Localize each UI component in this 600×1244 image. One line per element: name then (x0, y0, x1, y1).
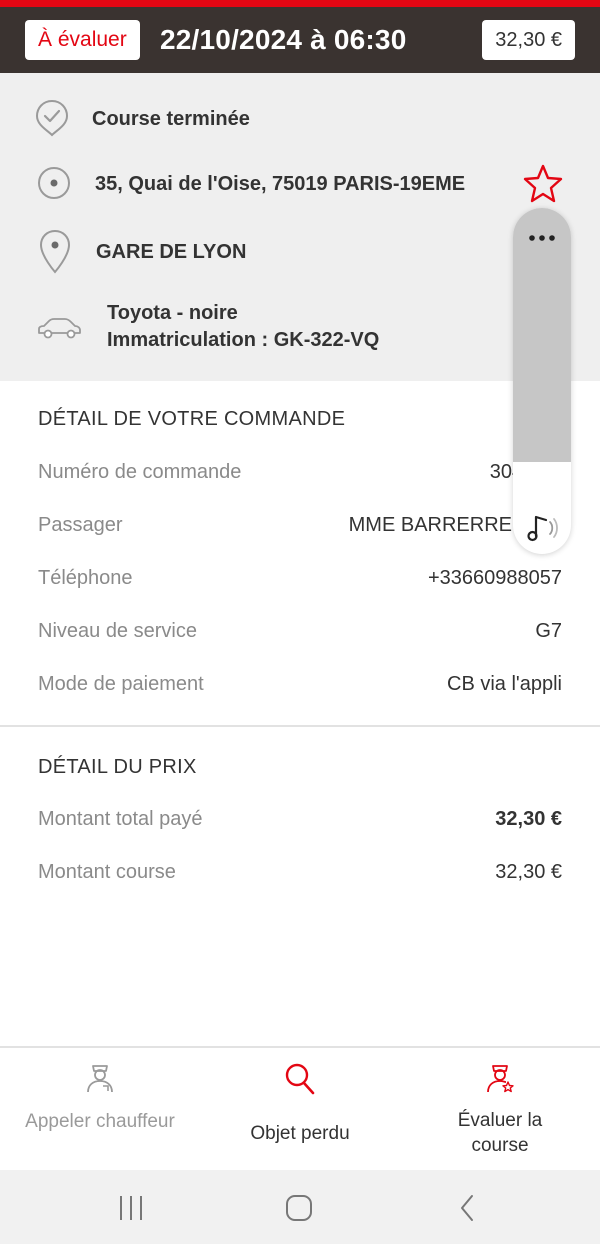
music-note-icon[interactable] (525, 512, 561, 549)
vehicle-model: Toyota - noire (107, 302, 238, 324)
vehicle-plate: Immatriculation : GK-322-VQ (107, 329, 380, 351)
ride-amount-value: 32,30 € (495, 861, 562, 883)
total-paid-value: 32,30 € (495, 808, 562, 830)
check-circle-icon (35, 99, 69, 142)
header-bar: À évaluer 22/10/2024 à 06:30 32,30 € (0, 7, 600, 73)
rate-ride-label: Évaluer la course (457, 1110, 543, 1156)
passenger-label: Passager (38, 514, 123, 536)
home-icon[interactable] (285, 1194, 313, 1227)
back-icon[interactable] (457, 1193, 477, 1228)
star-icon[interactable] (522, 163, 564, 208)
price-badge: 32,30 € (482, 20, 575, 60)
destination-address: GARE DE LYON (96, 241, 247, 263)
pickup-address: 35, Quai de l'Oise, 75019 PARIS-19EME (95, 173, 466, 195)
top-accent-bar (0, 0, 600, 7)
pickup-dot-icon (37, 166, 71, 205)
price-section-title: DÉTAIL DU PRIX (38, 756, 197, 778)
order-section-title: DÉTAIL DE VOTRE COMMANDE (38, 408, 346, 430)
payment-mode-label: Mode de paiement (38, 673, 204, 695)
total-paid-label: Montant total payé (38, 808, 203, 830)
lost-item-label: Objet perdu (250, 1123, 350, 1144)
ride-datetime: 22/10/2024 à 06:30 (160, 24, 407, 55)
service-level-label: Niveau de service (38, 620, 197, 642)
payment-mode-value: CB via l'appli (447, 673, 562, 695)
section-divider (0, 725, 600, 727)
lost-item-button[interactable]: Objet perdu (200, 1048, 400, 1172)
search-icon (284, 1062, 316, 1101)
call-driver-button[interactable]: Appeler chauffeur (0, 1048, 200, 1172)
location-pin-icon (38, 229, 72, 280)
call-driver-label: Appeler chauffeur (25, 1111, 175, 1132)
system-navigation-bar (0, 1170, 600, 1244)
phone-value[interactable]: +33660988057 (428, 567, 562, 590)
driver-icon (84, 1060, 116, 1099)
rate-ride-button[interactable]: Évaluer la course (400, 1048, 600, 1172)
ride-status-text: Course terminée (92, 108, 250, 130)
ride-info-panel: Course terminée 35, Quai de l'Oise, 7501… (0, 73, 600, 381)
ride-amount-label: Montant course (38, 861, 176, 883)
status-badge[interactable]: À évaluer (25, 20, 140, 60)
service-level-value: G7 (535, 620, 562, 642)
order-number-label: Numéro de commande (38, 461, 242, 483)
car-icon (36, 317, 82, 346)
floating-side-panel[interactable] (513, 208, 571, 554)
recent-apps-icon[interactable] (118, 1194, 144, 1227)
more-dots-icon[interactable] (528, 230, 556, 248)
phone-label: Téléphone (38, 567, 133, 589)
bottom-action-bar: Appeler chauffeur Objet perdu Évaluer la… (0, 1046, 600, 1170)
driver-star-icon (484, 1060, 516, 1099)
